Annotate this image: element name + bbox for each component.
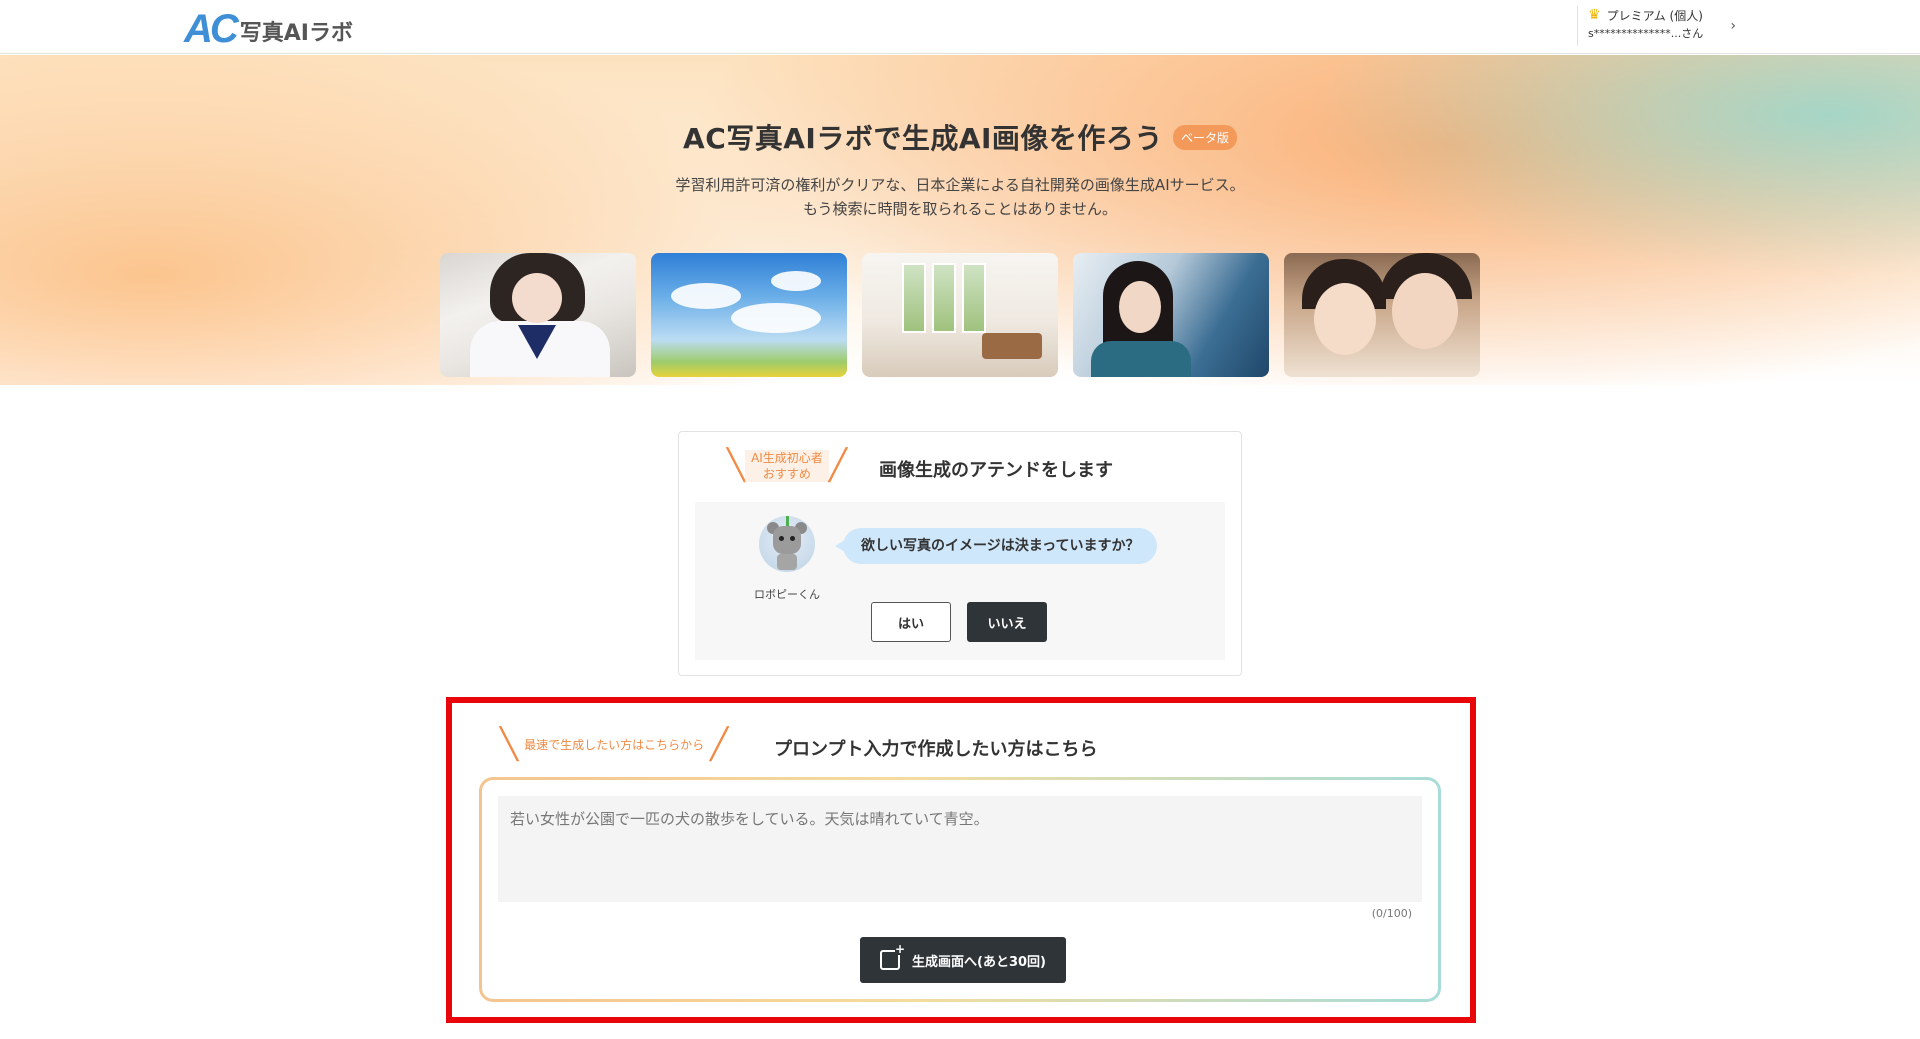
sample-photo-children xyxy=(1284,253,1480,377)
attend-card: ╲ AI生成初心者 おすすめ ╱ 画像生成のアテンドをします ロボピーくん 欲し… xyxy=(678,431,1242,676)
hero-subtitle-line1: 学習利用許可済の権利がクリアな、日本企業による自社開発の画像生成AIサービス。 xyxy=(675,176,1245,194)
logo-mark: AC xyxy=(184,7,239,51)
logo-text: 写真AIラボ xyxy=(239,21,353,46)
robot-avatar xyxy=(759,516,815,572)
sample-photo-interior xyxy=(862,253,1058,377)
top-header: AC 写真AIラボ ♛ プレミアム (個人) s**************..… xyxy=(0,0,1920,54)
fast-tag: ╲ 最速で生成したい方はこちらから ╱ xyxy=(500,727,729,762)
generate-button[interactable]: 生成画面へ(あと30回) xyxy=(860,937,1066,983)
hero-subtitle: 学習利用許可済の権利がクリアな、日本企業による自社開発の画像生成AIサービス。 … xyxy=(0,173,1920,221)
attend-title: 画像生成のアテンドをします xyxy=(879,460,1113,481)
hero-section: AC写真AIラボで生成AI画像を作ろう ベータ版 学習利用許可済の権利がクリアな… xyxy=(0,55,1920,385)
plan-row: ♛ プレミアム (個人) xyxy=(1588,6,1742,24)
prompt-input[interactable] xyxy=(498,796,1422,902)
chat-area: ロボピーくん 欲しい写真のイメージは決まっていますか？ はい いいえ xyxy=(695,502,1225,660)
char-count: (0/100) xyxy=(1371,907,1412,920)
account-menu[interactable]: ♛ プレミアム (個人) s**************...さん › xyxy=(1577,6,1742,46)
sample-gallery xyxy=(440,253,1480,377)
question-bubble: 欲しい写真のイメージは決まっていますか？ xyxy=(834,528,1158,564)
crown-icon: ♛ xyxy=(1588,7,1601,23)
page-title: AC写真AIラボで生成AI画像を作ろう xyxy=(683,122,1163,155)
plan-label: プレミアム (個人) xyxy=(1606,8,1703,23)
hero-title-row: AC写真AIラボで生成AI画像を作ろう ベータ版 xyxy=(0,117,1920,157)
image-add-icon xyxy=(880,943,905,970)
yes-button[interactable]: はい xyxy=(871,602,951,642)
chevron-right-icon: › xyxy=(1730,18,1736,34)
hero-subtitle-line2: もう検索に時間を取られることはありません。 xyxy=(802,200,1118,218)
prompt-box: (0/100) 生成画面へ(あと30回) xyxy=(479,777,1441,1002)
fast-tag-text: 最速で生成したい方はこちらから xyxy=(524,738,705,752)
sample-photo-student xyxy=(440,253,636,377)
beginner-tag-line2: おすすめ xyxy=(762,467,811,481)
robot-name: ロボピーくん xyxy=(754,588,820,601)
beginner-tag-line1: AI生成初心者 xyxy=(751,451,823,465)
generate-button-label: 生成画面へ(あと30回) xyxy=(912,954,1046,970)
prompt-title: プロンプト入力で作成したい方はこちら xyxy=(774,739,1098,760)
beginner-tag: ╲ AI生成初心者 おすすめ ╱ xyxy=(727,448,847,483)
site-logo[interactable]: AC 写真AIラボ xyxy=(184,7,353,51)
beta-badge: ベータ版 xyxy=(1172,124,1237,150)
sample-photo-woman xyxy=(1073,253,1269,377)
sample-photo-sky xyxy=(651,253,847,377)
user-name: s**************...さん xyxy=(1588,27,1704,40)
no-button[interactable]: いいえ xyxy=(967,602,1047,642)
